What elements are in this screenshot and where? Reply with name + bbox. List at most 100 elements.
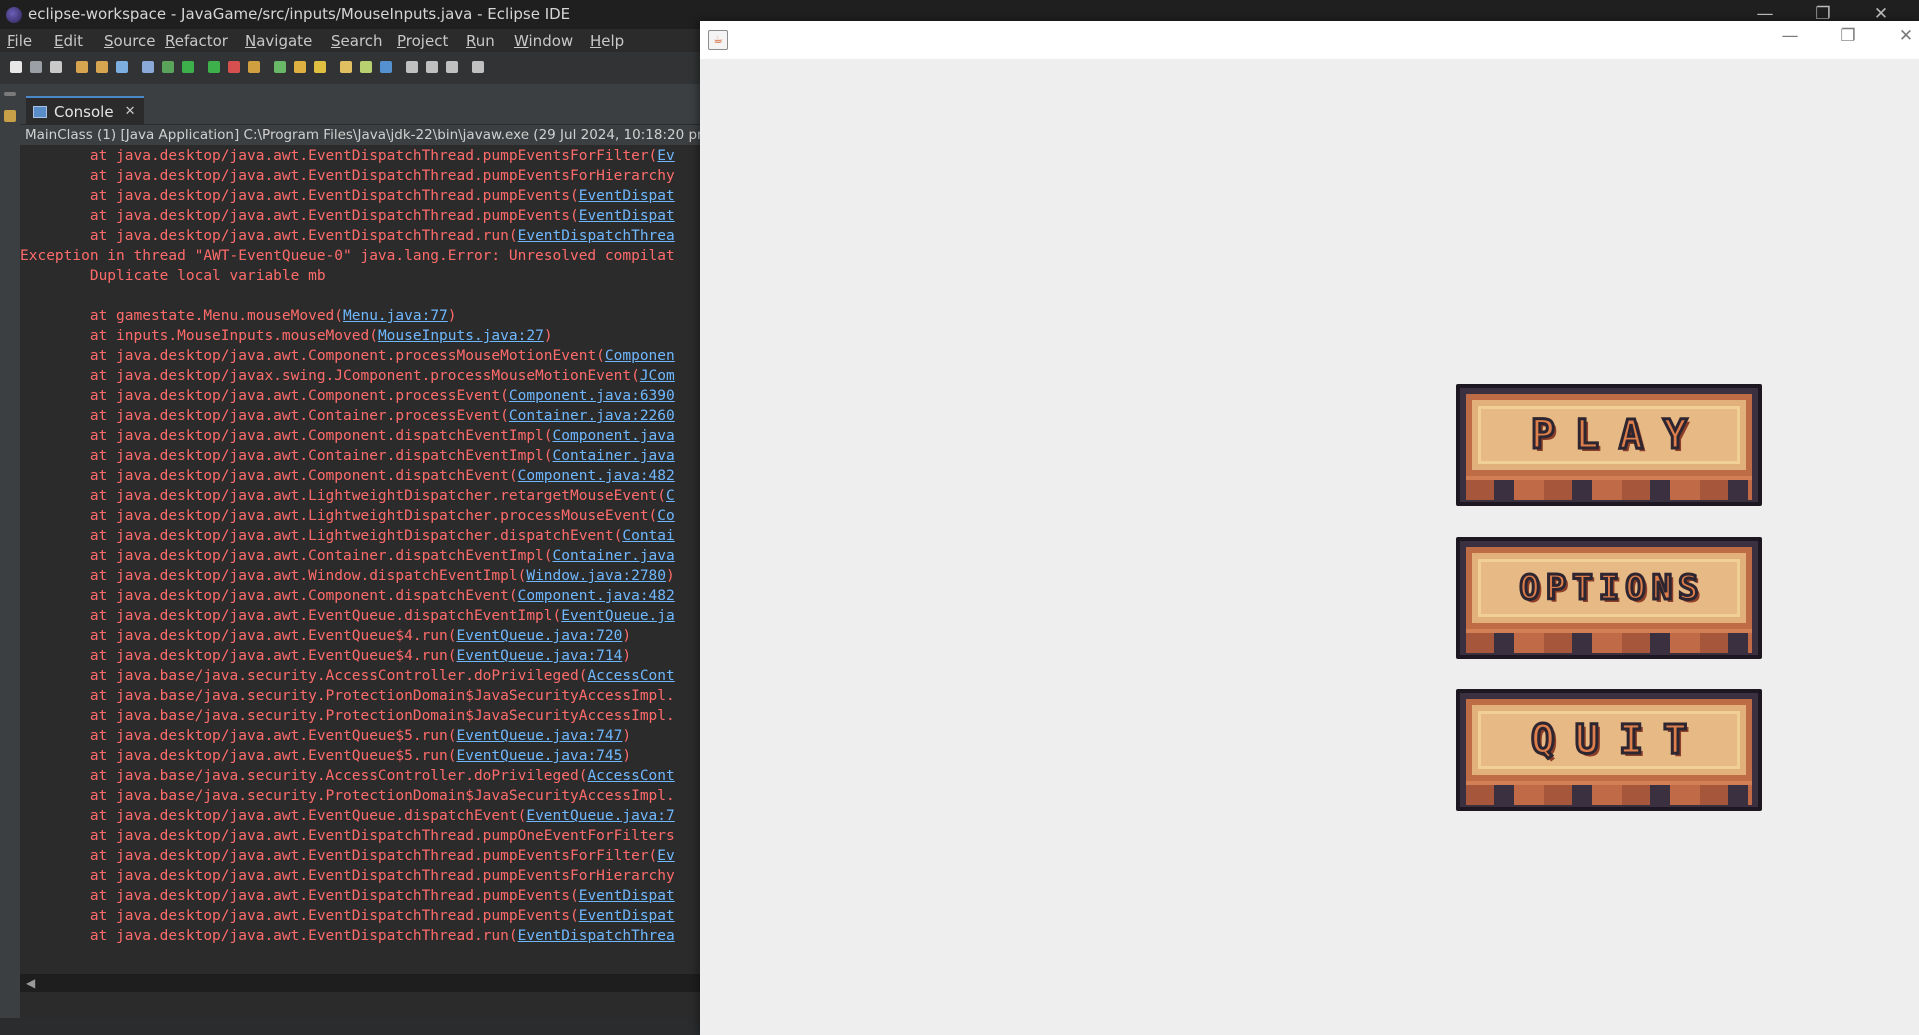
- mark-occurrences-icon[interactable]: [380, 61, 392, 73]
- game-titlebar: ☕ — ❐ ✕: [700, 21, 1919, 59]
- refresh-icon[interactable]: [274, 61, 286, 73]
- console-line-text: at java.desktop/java.awt.EventDispatchTh…: [20, 848, 658, 864]
- menu-window[interactable]: Window: [514, 32, 573, 50]
- menu-navigate[interactable]: Navigate: [245, 32, 312, 50]
- restore-icon[interactable]: [4, 92, 16, 96]
- source-link[interactable]: EventDispat: [579, 888, 675, 904]
- run-icon[interactable]: [182, 61, 194, 73]
- close-icon[interactable]: ✕: [125, 98, 136, 126]
- coverage-icon[interactable]: [208, 61, 220, 73]
- whitespace-icon[interactable]: [426, 61, 438, 73]
- new-package-icon[interactable]: [248, 61, 260, 73]
- source-link[interactable]: Component.java:482: [518, 588, 675, 604]
- open-task-icon[interactable]: [314, 61, 326, 73]
- tab-console[interactable]: Console ✕: [26, 96, 144, 126]
- options-button[interactable]: OPTIONS: [1456, 537, 1762, 659]
- maximize-button[interactable]: ❐: [1828, 23, 1868, 49]
- status-bar: [0, 1018, 700, 1035]
- undo-icon[interactable]: [76, 61, 88, 73]
- menu-project[interactable]: Project: [397, 32, 448, 50]
- console-line: Exception in thread "AWT-EventQueue-0" j…: [20, 246, 700, 266]
- source-link[interactable]: EventQueue.java:7: [526, 808, 674, 824]
- source-link[interactable]: EventDispat: [579, 208, 675, 224]
- source-link[interactable]: EventQueue.ja: [561, 608, 675, 624]
- console-line-text: at java.desktop/java.awt.EventDispatchTh…: [20, 228, 518, 244]
- play-button-face: PLAY: [1466, 394, 1752, 476]
- console-output[interactable]: at java.desktop/java.awt.EventDispatchTh…: [20, 146, 700, 966]
- source-link[interactable]: Componen: [605, 348, 675, 364]
- console-process-description: MainClass (1) [Java Application] C:\Prog…: [20, 125, 710, 145]
- pin-icon[interactable]: [472, 61, 484, 73]
- source-link[interactable]: Component.java:6390: [509, 388, 675, 404]
- save-icon[interactable]: [30, 61, 42, 73]
- play-button[interactable]: PLAY: [1456, 384, 1762, 506]
- package-explorer-icon[interactable]: [4, 110, 16, 122]
- horizontal-scrollbar[interactable]: ◀: [20, 974, 700, 992]
- quit-button[interactable]: QUIT: [1456, 689, 1762, 811]
- source-link[interactable]: Co: [657, 508, 674, 524]
- debug-icon[interactable]: [162, 61, 174, 73]
- close-button[interactable]: ✕: [1886, 23, 1919, 49]
- source-link[interactable]: EventQueue.java:745: [457, 748, 623, 764]
- menu-file[interactable]: File: [7, 32, 32, 50]
- console-line: at java.base/java.security.AccessControl…: [20, 766, 700, 786]
- search-tool-icon[interactable]: [340, 61, 352, 73]
- minimize-button[interactable]: —: [1770, 23, 1810, 49]
- menu-refactor[interactable]: Refactor: [165, 32, 228, 50]
- console-line-text: at java.desktop/java.awt.Container.dispa…: [20, 548, 553, 564]
- menu-help[interactable]: Help: [590, 32, 624, 50]
- external-tools-icon[interactable]: [228, 61, 240, 73]
- console-line-text: at java.desktop/java.awt.EventDispatchTh…: [20, 148, 658, 164]
- source-link[interactable]: EventQueue.java:747: [457, 728, 623, 744]
- source-link[interactable]: EventQueue.java:714: [457, 648, 623, 664]
- console-line: at java.desktop/javax.swing.JComponent.p…: [20, 366, 700, 386]
- source-link[interactable]: EventDispatchThrea: [518, 228, 675, 244]
- toggle-icon[interactable]: [116, 61, 128, 73]
- source-link[interactable]: MouseInputs.java:27: [378, 328, 544, 344]
- open-type-icon[interactable]: [294, 61, 306, 73]
- console-line: at java.desktop/java.awt.Container.proce…: [20, 406, 700, 426]
- console-line: at java.desktop/java.awt.EventDispatchTh…: [20, 846, 700, 866]
- block-select-icon[interactable]: [406, 61, 418, 73]
- console-line: at java.desktop/java.awt.EventQueue.disp…: [20, 606, 700, 626]
- link-icon[interactable]: [446, 61, 458, 73]
- window-title: eclipse-workspace - JavaGame/src/inputs/…: [28, 5, 571, 23]
- source-link[interactable]: C: [666, 488, 675, 504]
- save-all-icon[interactable]: [50, 61, 62, 73]
- search-icon[interactable]: [142, 61, 154, 73]
- redo-icon[interactable]: [96, 61, 108, 73]
- console-line: at java.desktop/java.awt.EventDispatchTh…: [20, 926, 700, 946]
- source-link[interactable]: Container.java: [553, 448, 675, 464]
- console-tab-bar: Console ✕: [20, 94, 700, 126]
- source-link[interactable]: Component.java:482: [518, 468, 675, 484]
- console-line-text: at java.desktop/java.awt.EventQueue.disp…: [20, 608, 562, 624]
- source-link[interactable]: EventDispat: [579, 188, 675, 204]
- java-cup-icon: ☕: [708, 30, 728, 50]
- menu-edit[interactable]: Edit: [54, 32, 83, 50]
- source-link[interactable]: Component.java: [553, 428, 675, 444]
- scroll-left-icon[interactable]: ◀: [26, 974, 35, 992]
- source-link[interactable]: Menu.java:77: [343, 308, 448, 324]
- menu-search[interactable]: Search: [331, 32, 383, 50]
- source-link[interactable]: Ev: [657, 148, 674, 164]
- game-canvas[interactable]: PLAY OPTIONS QUIT: [700, 59, 1919, 1035]
- source-link[interactable]: AccessCont: [587, 668, 674, 684]
- console-line: at java.desktop/java.awt.Container.dispa…: [20, 446, 700, 466]
- source-link[interactable]: Container.java:2260: [509, 408, 675, 424]
- source-link[interactable]: EventDispat: [579, 908, 675, 924]
- source-link[interactable]: Window.java:2780: [526, 568, 666, 584]
- new-icon[interactable]: [10, 61, 22, 73]
- source-link[interactable]: Container.java: [553, 548, 675, 564]
- annotation-icon[interactable]: [360, 61, 372, 73]
- menu-run[interactable]: Run: [466, 32, 495, 50]
- source-link[interactable]: EventDispatchThrea: [518, 928, 675, 944]
- source-link[interactable]: Contai: [622, 528, 674, 544]
- source-link[interactable]: Ev: [657, 848, 674, 864]
- source-link[interactable]: EventQueue.java:720: [457, 628, 623, 644]
- menu-source[interactable]: Source: [104, 32, 156, 50]
- play-button-label: PLAY: [1529, 411, 1708, 460]
- console-line: at java.desktop/java.awt.Component.dispa…: [20, 426, 700, 446]
- source-link[interactable]: AccessCont: [587, 768, 674, 784]
- console-line-text: at java.base/java.security.ProtectionDom…: [20, 708, 675, 724]
- source-link[interactable]: JCom: [640, 368, 675, 384]
